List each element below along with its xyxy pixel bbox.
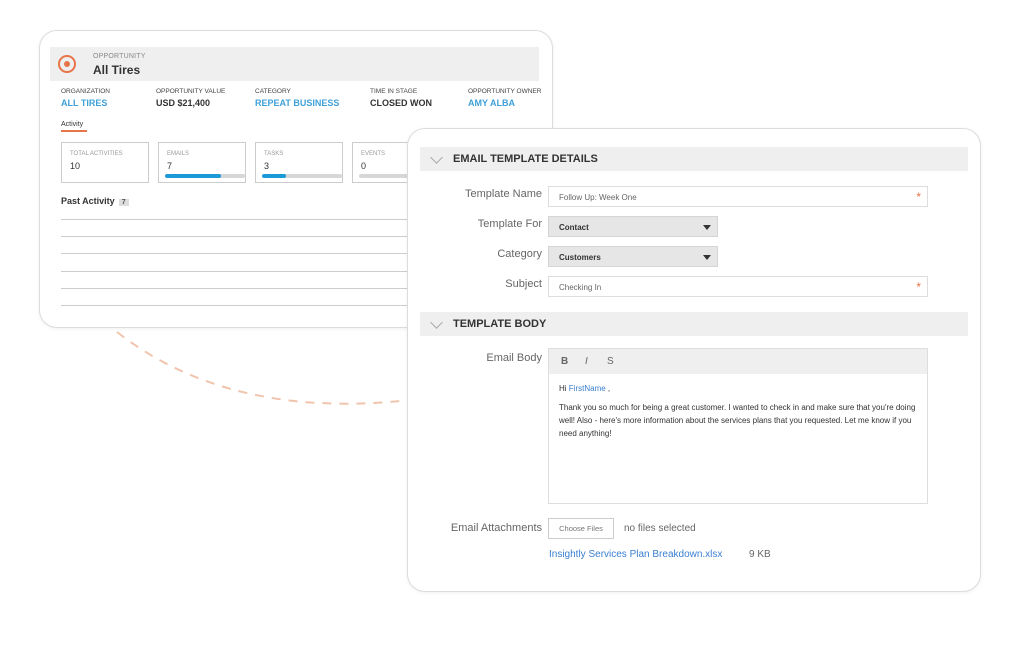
template-name-value: Follow Up: Week One [559,193,637,202]
subject-label: Subject [505,278,542,290]
greeting-text: Hi [559,384,567,393]
template-name-input[interactable]: Follow Up: Week One * [548,186,928,207]
template-name-label: Template Name [464,188,542,200]
file-selection-status: no files selected [624,523,696,534]
italic-button[interactable]: I [585,356,588,367]
greeting-line: Hi FirstName , [559,382,917,395]
category-select[interactable]: Customers [548,246,718,267]
category-label: Category [497,248,542,260]
category-value: Customers [559,253,601,262]
email-template-card: EMAIL TEMPLATE DETAILS Template Name Fol… [407,128,981,592]
template-for-value: Contact [559,223,589,232]
email-body-text: Thank you so much for being a great cust… [559,403,916,438]
required-asterisk-icon: * [916,280,921,294]
section-title: EMAIL TEMPLATE DETAILS [453,153,598,165]
merge-field-firstname: FirstName [568,384,606,393]
attachment-file-size: 9 KB [749,549,771,560]
chevron-down-icon[interactable] [430,316,443,329]
email-body-editor[interactable]: B I S Hi FirstName , Thank you so much f… [548,348,928,504]
chevron-down-icon[interactable] [430,151,443,164]
greeting-suffix: , [607,384,611,393]
strikethrough-button[interactable]: S [607,356,614,367]
subject-value: Checking In [559,283,602,292]
template-for-label: Template For [477,218,542,230]
email-body-content[interactable]: Hi FirstName , Thank you so much for bei… [549,374,927,448]
subject-input[interactable]: Checking In * [548,276,928,297]
bold-button[interactable]: B [561,356,568,367]
email-attachments-label: Email Attachments [450,522,542,534]
section-title: TEMPLATE BODY [453,318,547,330]
attachment-file-link[interactable]: Insightly Services Plan Breakdown.xlsx [549,549,722,560]
dropdown-arrow-icon [703,255,711,260]
template-for-select[interactable]: Contact [548,216,718,237]
required-asterisk-icon: * [916,190,921,204]
dropdown-arrow-icon [703,225,711,230]
email-body-label: Email Body [486,352,542,364]
choose-files-button[interactable]: Choose Files [548,518,614,539]
editor-toolbar: B I S [549,349,927,374]
section-template-body[interactable]: TEMPLATE BODY [420,312,968,336]
section-email-template-details[interactable]: EMAIL TEMPLATE DETAILS [420,147,968,171]
